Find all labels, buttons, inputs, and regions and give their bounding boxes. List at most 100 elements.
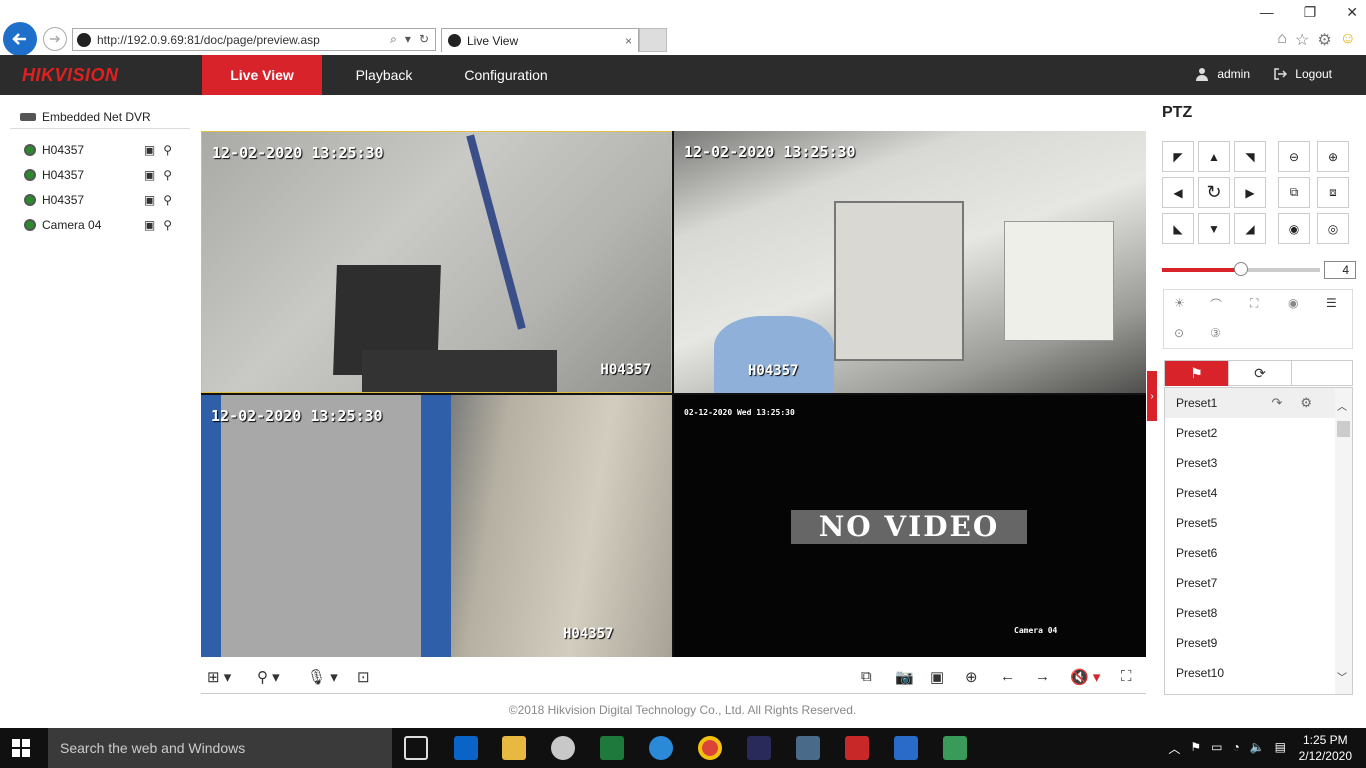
wifi-icon[interactable]: ◔ [1232, 740, 1239, 757]
previous-page-icon[interactable]: ← [1000, 668, 1015, 685]
camera-item[interactable]: H04357 ▣ ⚲ [10, 187, 190, 212]
scroll-thumb[interactable] [1337, 421, 1350, 437]
volume-mute-icon[interactable]: 🔇 ▾ [1070, 668, 1100, 686]
preset-item[interactable]: Preset10 [1165, 658, 1352, 688]
ptz-speed-knob[interactable] [1234, 262, 1248, 276]
record-icon[interactable]: ▣ [144, 143, 155, 157]
app-icon[interactable] [747, 736, 771, 760]
notifications-icon[interactable]: ▤ [1275, 740, 1286, 757]
preset-settings-icon[interactable]: ⚙ [1300, 388, 1312, 418]
ptz-up-right-button[interactable]: ◥ [1234, 141, 1266, 172]
video-tile[interactable]: 02-12-2020 Wed 13:25:30 NO VIDEO Camera … [674, 395, 1146, 657]
camera-item[interactable]: H04357 ▣ ⚲ [10, 162, 190, 187]
tab-patrol[interactable]: ⟳ [1228, 361, 1291, 386]
ptz-right-button[interactable]: ▶ [1234, 177, 1266, 208]
preset-item[interactable]: Preset9 [1165, 628, 1352, 658]
nav-playback[interactable]: Playback [334, 55, 434, 95]
internet-explorer-icon[interactable] [649, 736, 673, 760]
stream-settings-icon[interactable]: ⚲ [163, 168, 172, 182]
record-all-icon[interactable]: ▣ [930, 668, 944, 686]
camera-item[interactable]: H04357 ▣ ⚲ [10, 137, 190, 162]
lens-init-icon[interactable]: ◉ [1288, 296, 1298, 310]
chrome-icon[interactable] [698, 736, 722, 760]
fullscreen-icon[interactable]: ⛶ [1121, 668, 1132, 685]
more-menu-icon[interactable]: ☰ [1326, 296, 1337, 310]
digital-zoom-icon[interactable]: ⊕ [965, 668, 978, 686]
record-icon[interactable]: ▣ [144, 168, 155, 182]
zoom-in-icon[interactable]: ⊕ [1317, 141, 1349, 172]
excel-icon[interactable] [600, 736, 624, 760]
ptz-left-button[interactable]: ◀ [1162, 177, 1194, 208]
preset-item[interactable]: Preset1 ↷ ⚙ [1165, 388, 1352, 418]
tree-root-dvr[interactable]: Embedded Net DVR [10, 105, 190, 129]
collapse-panel-handle[interactable]: › [1147, 371, 1157, 421]
app-icon[interactable] [894, 736, 918, 760]
iris-close-icon[interactable]: ◎ [1317, 213, 1349, 244]
tab-close-icon[interactable]: × [625, 34, 632, 48]
next-page-icon[interactable]: → [1035, 668, 1050, 685]
stream-settings-icon[interactable]: ⚲ [163, 143, 172, 157]
manual-tracking-icon[interactable]: ⊙ [1174, 326, 1184, 340]
settings-gear-icon[interactable]: ⚙ [1317, 30, 1331, 50]
scroll-up-icon[interactable]: ︿ [1337, 398, 1347, 413]
forward-button[interactable] [43, 27, 67, 51]
task-view-icon[interactable] [404, 736, 428, 760]
taskbar-clock[interactable]: 1:25 PM 2/12/2020 [1299, 732, 1352, 764]
home-icon[interactable]: ⌂ [1277, 30, 1287, 50]
dropdown-icon[interactable]: ▾ [405, 32, 411, 47]
flag-tray-icon[interactable]: ⚑ [1190, 740, 1201, 757]
smiley-feedback-icon[interactable]: ☺ [1340, 30, 1356, 50]
preset-item[interactable]: Preset6 [1165, 538, 1352, 568]
url-text[interactable]: http://192.0.9.69:81/doc/page/preview.as… [97, 33, 390, 47]
address-bar[interactable]: http://192.0.9.69:81/doc/page/preview.as… [72, 28, 436, 51]
close-window-icon[interactable]: ✕ [1346, 4, 1358, 21]
favorites-star-icon[interactable]: ☆ [1295, 30, 1309, 50]
video-tile[interactable]: 12-02-2020 13:25:30 H04357 [201, 131, 672, 393]
file-explorer-icon[interactable] [502, 736, 526, 760]
preset-item[interactable]: Preset3 [1165, 448, 1352, 478]
nav-configuration[interactable]: Configuration [450, 55, 562, 95]
app-icon[interactable] [943, 736, 967, 760]
stream-settings-icon[interactable]: ⚲ [163, 218, 172, 232]
ptz-up-button[interactable]: ▲ [1198, 141, 1230, 172]
microphone-icon[interactable]: 🎙 ▾ [307, 668, 338, 686]
logout-button[interactable]: Logout [1273, 67, 1332, 81]
preset-item[interactable]: Preset5 [1165, 508, 1352, 538]
preset-item[interactable]: Preset7 [1165, 568, 1352, 598]
taskbar-search[interactable]: Search the web and Windows [48, 728, 392, 768]
preset-item[interactable]: Preset2 [1165, 418, 1352, 448]
battery-icon[interactable]: ▭ [1211, 740, 1222, 757]
tab-preset[interactable]: ⚑ [1165, 361, 1228, 386]
refresh-icon[interactable]: ↻ [419, 32, 429, 47]
app-icon[interactable] [551, 736, 575, 760]
volume-icon[interactable]: 🔈 [1250, 740, 1265, 757]
3d-positioning-icon[interactable]: ③ [1210, 326, 1221, 340]
preset-item[interactable]: Preset8 [1165, 598, 1352, 628]
zoom-out-icon[interactable]: ⊖ [1278, 141, 1310, 172]
ptz-down-right-button[interactable]: ◢ [1234, 213, 1266, 244]
preset-scrollbar[interactable]: ︿ ﹀ [1335, 388, 1352, 694]
ptz-up-left-button[interactable]: ◤ [1162, 141, 1194, 172]
browser-tab[interactable]: Live View × [441, 28, 639, 52]
user-menu[interactable]: admin [1195, 67, 1250, 81]
stream-settings-icon[interactable]: ⚲ [163, 193, 172, 207]
video-tile[interactable]: 12-02-2020 13:25:30 H04357 [674, 131, 1146, 393]
ptz-down-button[interactable]: ▼ [1198, 213, 1230, 244]
focus-far-icon[interactable]: ⧈ [1317, 177, 1349, 208]
capture-icon[interactable]: 📷 [895, 668, 914, 686]
restore-icon[interactable]: ❐ [1304, 4, 1317, 21]
call-preset-icon[interactable]: ↷ [1271, 388, 1282, 418]
record-icon[interactable]: ▣ [144, 193, 155, 207]
focus-near-icon[interactable]: ⧉ [1278, 177, 1310, 208]
nav-live-view[interactable]: Live View [202, 55, 322, 95]
window-layout-icon[interactable]: ⊞ ▾ [207, 668, 231, 686]
tab-pattern[interactable] [1291, 361, 1354, 386]
ptz-down-left-button[interactable]: ◣ [1162, 213, 1194, 244]
preset-item[interactable]: Preset4 [1165, 478, 1352, 508]
app-icon[interactable] [845, 736, 869, 760]
iris-open-icon[interactable]: ◉ [1278, 213, 1310, 244]
ptz-speed-slider[interactable] [1162, 262, 1320, 276]
one-touch-focus-icon[interactable]: ⛶ [1250, 296, 1258, 311]
fisheye-icon[interactable]: ⊡ [357, 668, 370, 686]
stream-type-icon[interactable]: ⚲ ▾ [257, 668, 280, 686]
